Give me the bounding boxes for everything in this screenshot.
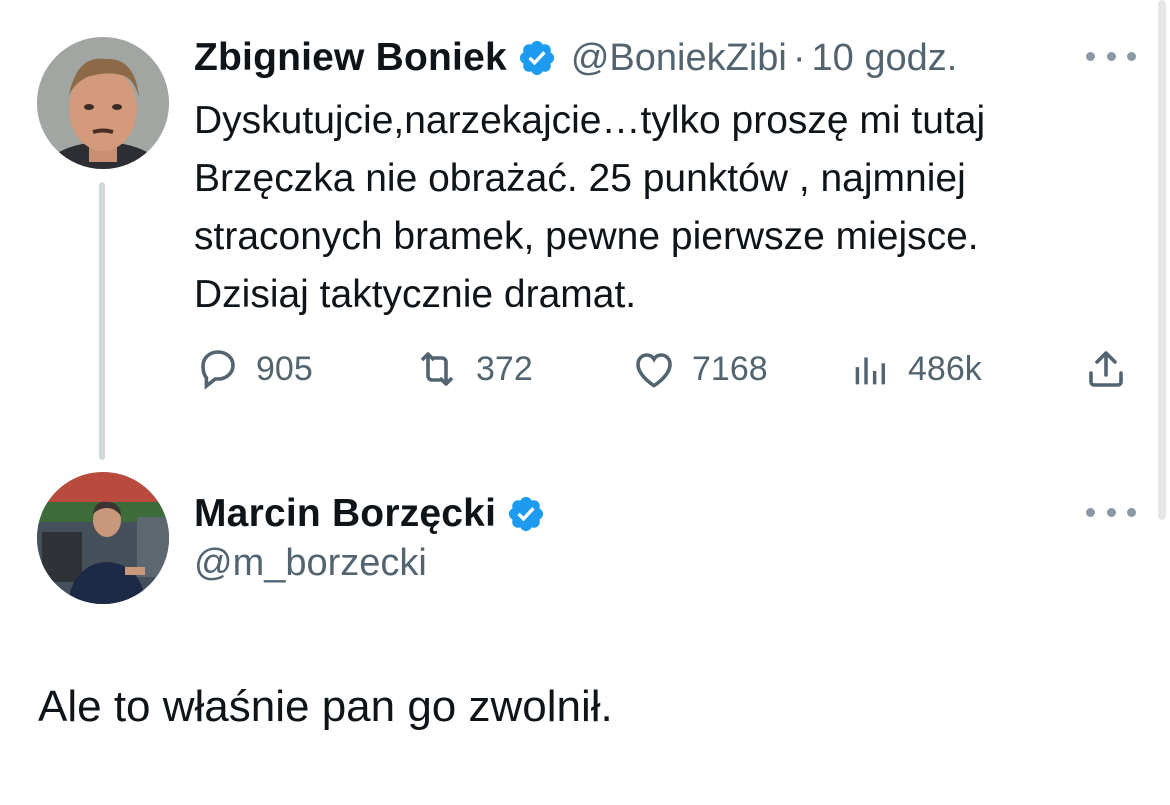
reply-count: 905	[256, 349, 313, 388]
heart-icon	[636, 353, 672, 388]
tweet-text-line: Dyskutujcie,narzekajcie…tylko proszę mi …	[194, 99, 986, 142]
tweet-actions: 905 372 7168 486k	[194, 345, 1134, 395]
avatar-zbigniew-boniek[interactable]	[37, 37, 169, 169]
verified-badge-icon	[506, 494, 546, 534]
reply-text: Ale to właśnie pan go zwolnił.	[38, 682, 613, 731]
more-icon[interactable]	[1086, 46, 1136, 66]
verified-badge-icon	[517, 38, 557, 78]
reply-author-name[interactable]: Marcin Borzęcki	[194, 492, 496, 536]
more-icon[interactable]	[1086, 502, 1136, 522]
views-icon	[855, 357, 885, 385]
avatar-marcin-borzecki[interactable]	[37, 472, 169, 604]
author-name[interactable]: Zbigniew Boniek	[194, 36, 507, 80]
tweet-text-line: straconych bramek, pewne pierwsze miejsc…	[194, 215, 979, 258]
share-icon	[1089, 351, 1123, 387]
tweet-time[interactable]: 10 godz.	[812, 37, 958, 80]
views-button[interactable]: 486k	[848, 345, 982, 393]
tweet-text-line: Dzisiaj taktycznie dramat.	[194, 273, 637, 316]
avatar-portrait-icon	[37, 37, 169, 169]
tweet-text-line: Brzęczka nie obrażać. 25 punktów , najmn…	[194, 157, 966, 200]
reply-author-handle[interactable]: @m_borzecki	[194, 542, 427, 585]
separator-dot: ·	[792, 36, 806, 79]
thread-line	[99, 182, 105, 460]
retweet-icon	[420, 352, 454, 386]
retweet-count: 372	[476, 349, 533, 388]
reply-icon	[201, 350, 235, 390]
scrollbar[interactable]	[1158, 0, 1166, 520]
share-button[interactable]	[1082, 345, 1144, 393]
reply-header: Marcin Borzęcki	[194, 492, 546, 536]
reply-button[interactable]: 905	[194, 345, 313, 393]
tweet-text: Dyskutujcie,narzekajcie…tylko proszę mi …	[194, 92, 1134, 324]
avatar-stadium-icon	[37, 472, 169, 604]
views-count: 486k	[908, 349, 982, 388]
tweet-header: Zbigniew Boniek @BoniekZibi · 10 godz.	[194, 36, 957, 80]
retweet-button[interactable]: 372	[412, 345, 533, 393]
author-handle[interactable]: @BoniekZibi	[571, 37, 787, 80]
like-button[interactable]: 7168	[630, 345, 768, 393]
like-count: 7168	[692, 349, 768, 388]
